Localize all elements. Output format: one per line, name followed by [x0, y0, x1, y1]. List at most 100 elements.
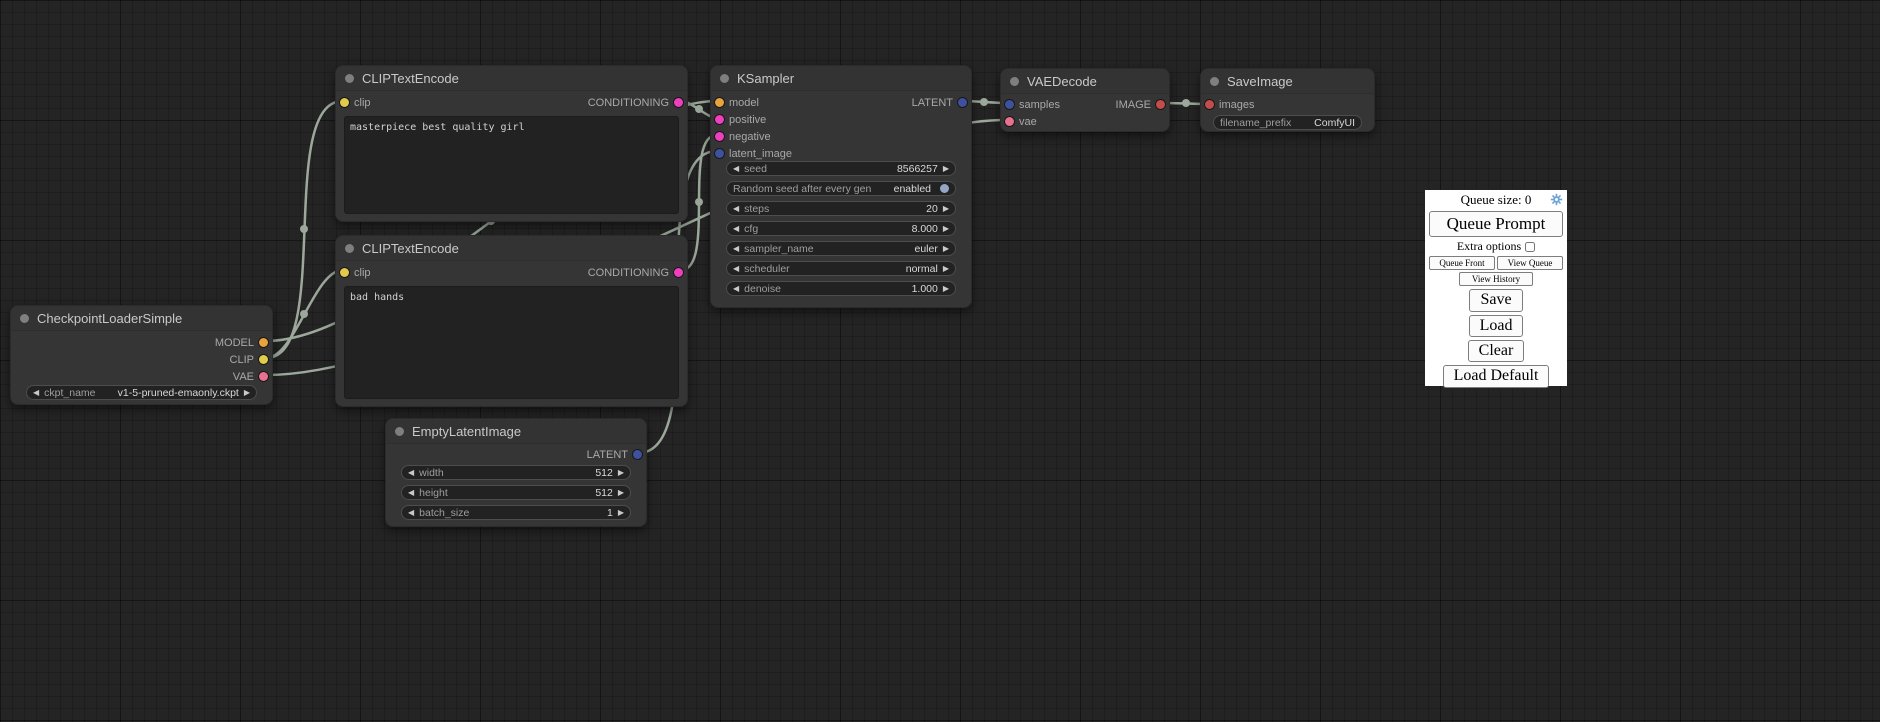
view-queue-button[interactable]: View Queue — [1497, 256, 1563, 270]
node-title-bar[interactable]: CLIPTextEncode — [336, 66, 687, 91]
clip-output-dot[interactable] — [259, 355, 268, 364]
decrement-arrow-icon[interactable]: ◀ — [408, 489, 414, 497]
extra-options-checkbox[interactable] — [1525, 242, 1535, 252]
node-title-bar[interactable]: VAEDecode — [1001, 69, 1169, 94]
negative-prompt-textarea[interactable]: bad hands — [344, 286, 679, 399]
node-title: EmptyLatentImage — [412, 424, 521, 439]
increment-arrow-icon[interactable]: ▶ — [943, 285, 949, 293]
widget-label: cfg — [744, 223, 758, 235]
latent-output-dot[interactable] — [633, 450, 642, 459]
queue-front-button[interactable]: Queue Front — [1429, 256, 1495, 270]
node-ksampler[interactable]: KSampler model LATENT positive negative … — [710, 65, 972, 308]
collapse-dot-icon[interactable] — [720, 74, 729, 83]
slot-label-vae: VAE — [233, 371, 254, 383]
collapse-dot-icon[interactable] — [20, 314, 29, 323]
load-button[interactable]: Load — [1469, 315, 1524, 337]
negative-input-dot[interactable] — [715, 132, 724, 141]
decrement-arrow-icon[interactable]: ◀ — [408, 509, 414, 517]
queue-size-row: Queue size: 0 — [1429, 192, 1563, 208]
queue-prompt-button[interactable]: Queue Prompt — [1429, 211, 1563, 237]
decrement-arrow-icon[interactable]: ◀ — [733, 265, 739, 273]
vae-input-dot[interactable] — [1005, 117, 1014, 126]
conditioning-output-dot[interactable] — [674, 98, 683, 107]
widget-width[interactable]: ◀ width 512 ▶ — [401, 465, 631, 480]
widget-batch-size[interactable]: ◀ batch_size 1 ▶ — [401, 505, 631, 520]
widget-value: 1 — [607, 507, 613, 519]
latent-output-dot[interactable] — [958, 98, 967, 107]
increment-arrow-icon[interactable]: ▶ — [618, 489, 624, 497]
widget-denoise[interactable]: ◀ denoise 1.000 ▶ — [726, 281, 956, 296]
node-vae-decode[interactable]: VAEDecode samples IMAGE vae — [1000, 68, 1170, 132]
decrement-arrow-icon[interactable]: ◀ — [733, 165, 739, 173]
samples-input-dot[interactable] — [1005, 100, 1014, 109]
vae-output-dot[interactable] — [259, 372, 268, 381]
widget-steps[interactable]: ◀ steps 20 ▶ — [726, 201, 956, 216]
collapse-dot-icon[interactable] — [345, 244, 354, 253]
node-checkpoint-loader-simple[interactable]: CheckpointLoaderSimple MODEL CLIP VAE ◀ … — [10, 305, 273, 405]
image-output-dot[interactable] — [1156, 100, 1165, 109]
node-empty-latent-image[interactable]: EmptyLatentImage LATENT ◀ width 512 ▶ ◀ … — [385, 418, 647, 527]
clip-input-dot[interactable] — [340, 268, 349, 277]
collapse-dot-icon[interactable] — [395, 427, 404, 436]
widget-seed[interactable]: ◀ seed 8566257 ▶ — [726, 161, 956, 176]
widget-ckpt-name[interactable]: ◀ ckpt_name v1-5-pruned-emaonly.ckpt ▶ — [26, 385, 257, 400]
save-button[interactable]: Save — [1469, 289, 1522, 311]
model-input-dot[interactable] — [715, 98, 724, 107]
increment-arrow-icon[interactable]: ▶ — [943, 165, 949, 173]
node-clip-text-encode-positive[interactable]: CLIPTextEncode clip CONDITIONING masterp… — [335, 65, 688, 222]
decrement-arrow-icon[interactable]: ◀ — [33, 389, 39, 397]
positive-input-dot[interactable] — [715, 115, 724, 124]
node-title: CLIPTextEncode — [362, 241, 459, 256]
widget-label: filename_prefix — [1220, 117, 1291, 129]
widget-label: batch_size — [419, 507, 469, 519]
decrement-arrow-icon[interactable]: ◀ — [733, 285, 739, 293]
increment-arrow-icon[interactable]: ▶ — [943, 265, 949, 273]
images-input-dot[interactable] — [1205, 100, 1214, 109]
conditioning-output-dot[interactable] — [674, 268, 683, 277]
link-center-dot — [300, 225, 308, 233]
decrement-arrow-icon[interactable]: ◀ — [733, 225, 739, 233]
widget-scheduler[interactable]: ◀ scheduler normal ▶ — [726, 261, 956, 276]
clear-button[interactable]: Clear — [1468, 340, 1525, 362]
widget-value: 512 — [595, 487, 613, 499]
node-title-bar[interactable]: EmptyLatentImage — [386, 419, 646, 444]
increment-arrow-icon[interactable]: ▶ — [943, 225, 949, 233]
increment-arrow-icon[interactable]: ▶ — [943, 245, 949, 253]
model-output-dot[interactable] — [259, 338, 268, 347]
view-history-button[interactable]: View History — [1459, 272, 1533, 286]
node-save-image[interactable]: SaveImage images filename_prefix ComfyUI — [1200, 68, 1375, 132]
increment-arrow-icon[interactable]: ▶ — [244, 389, 250, 397]
collapse-dot-icon[interactable] — [1010, 77, 1019, 86]
slot-label-latent: LATENT — [912, 97, 953, 109]
node-title-bar[interactable]: CLIPTextEncode — [336, 236, 687, 261]
widget-value: euler — [914, 243, 937, 255]
decrement-arrow-icon[interactable]: ◀ — [733, 205, 739, 213]
widget-random-seed-toggle[interactable]: Random seed after every gen enabled — [726, 181, 956, 196]
collapse-dot-icon[interactable] — [1210, 77, 1219, 86]
toggle-on-dot[interactable] — [940, 184, 949, 193]
widget-cfg[interactable]: ◀ cfg 8.000 ▶ — [726, 221, 956, 236]
node-title-bar[interactable]: SaveImage — [1201, 69, 1374, 94]
node-title: CheckpointLoaderSimple — [37, 311, 182, 326]
decrement-arrow-icon[interactable]: ◀ — [733, 245, 739, 253]
widget-label: height — [419, 487, 448, 499]
node-title-bar[interactable]: CheckpointLoaderSimple — [11, 306, 272, 331]
node-graph-canvas[interactable]: CheckpointLoaderSimple MODEL CLIP VAE ◀ … — [0, 0, 1880, 722]
latent-image-input-dot[interactable] — [715, 149, 724, 158]
slot-label-clip: CLIP — [230, 354, 254, 366]
clip-input-dot[interactable] — [340, 98, 349, 107]
slot-label-model: model — [729, 97, 759, 109]
increment-arrow-icon[interactable]: ▶ — [618, 509, 624, 517]
collapse-dot-icon[interactable] — [345, 74, 354, 83]
widget-sampler-name[interactable]: ◀ sampler_name euler ▶ — [726, 241, 956, 256]
increment-arrow-icon[interactable]: ▶ — [618, 469, 624, 477]
widget-filename-prefix[interactable]: filename_prefix ComfyUI — [1213, 115, 1362, 130]
positive-prompt-textarea[interactable]: masterpiece best quality girl — [344, 116, 679, 214]
increment-arrow-icon[interactable]: ▶ — [943, 205, 949, 213]
decrement-arrow-icon[interactable]: ◀ — [408, 469, 414, 477]
load-default-button[interactable]: Load Default — [1443, 365, 1550, 387]
widget-height[interactable]: ◀ height 512 ▶ — [401, 485, 631, 500]
node-title-bar[interactable]: KSampler — [711, 66, 971, 91]
node-clip-text-encode-negative[interactable]: CLIPTextEncode clip CONDITIONING bad han… — [335, 235, 688, 407]
settings-gear-icon[interactable] — [1550, 193, 1563, 206]
